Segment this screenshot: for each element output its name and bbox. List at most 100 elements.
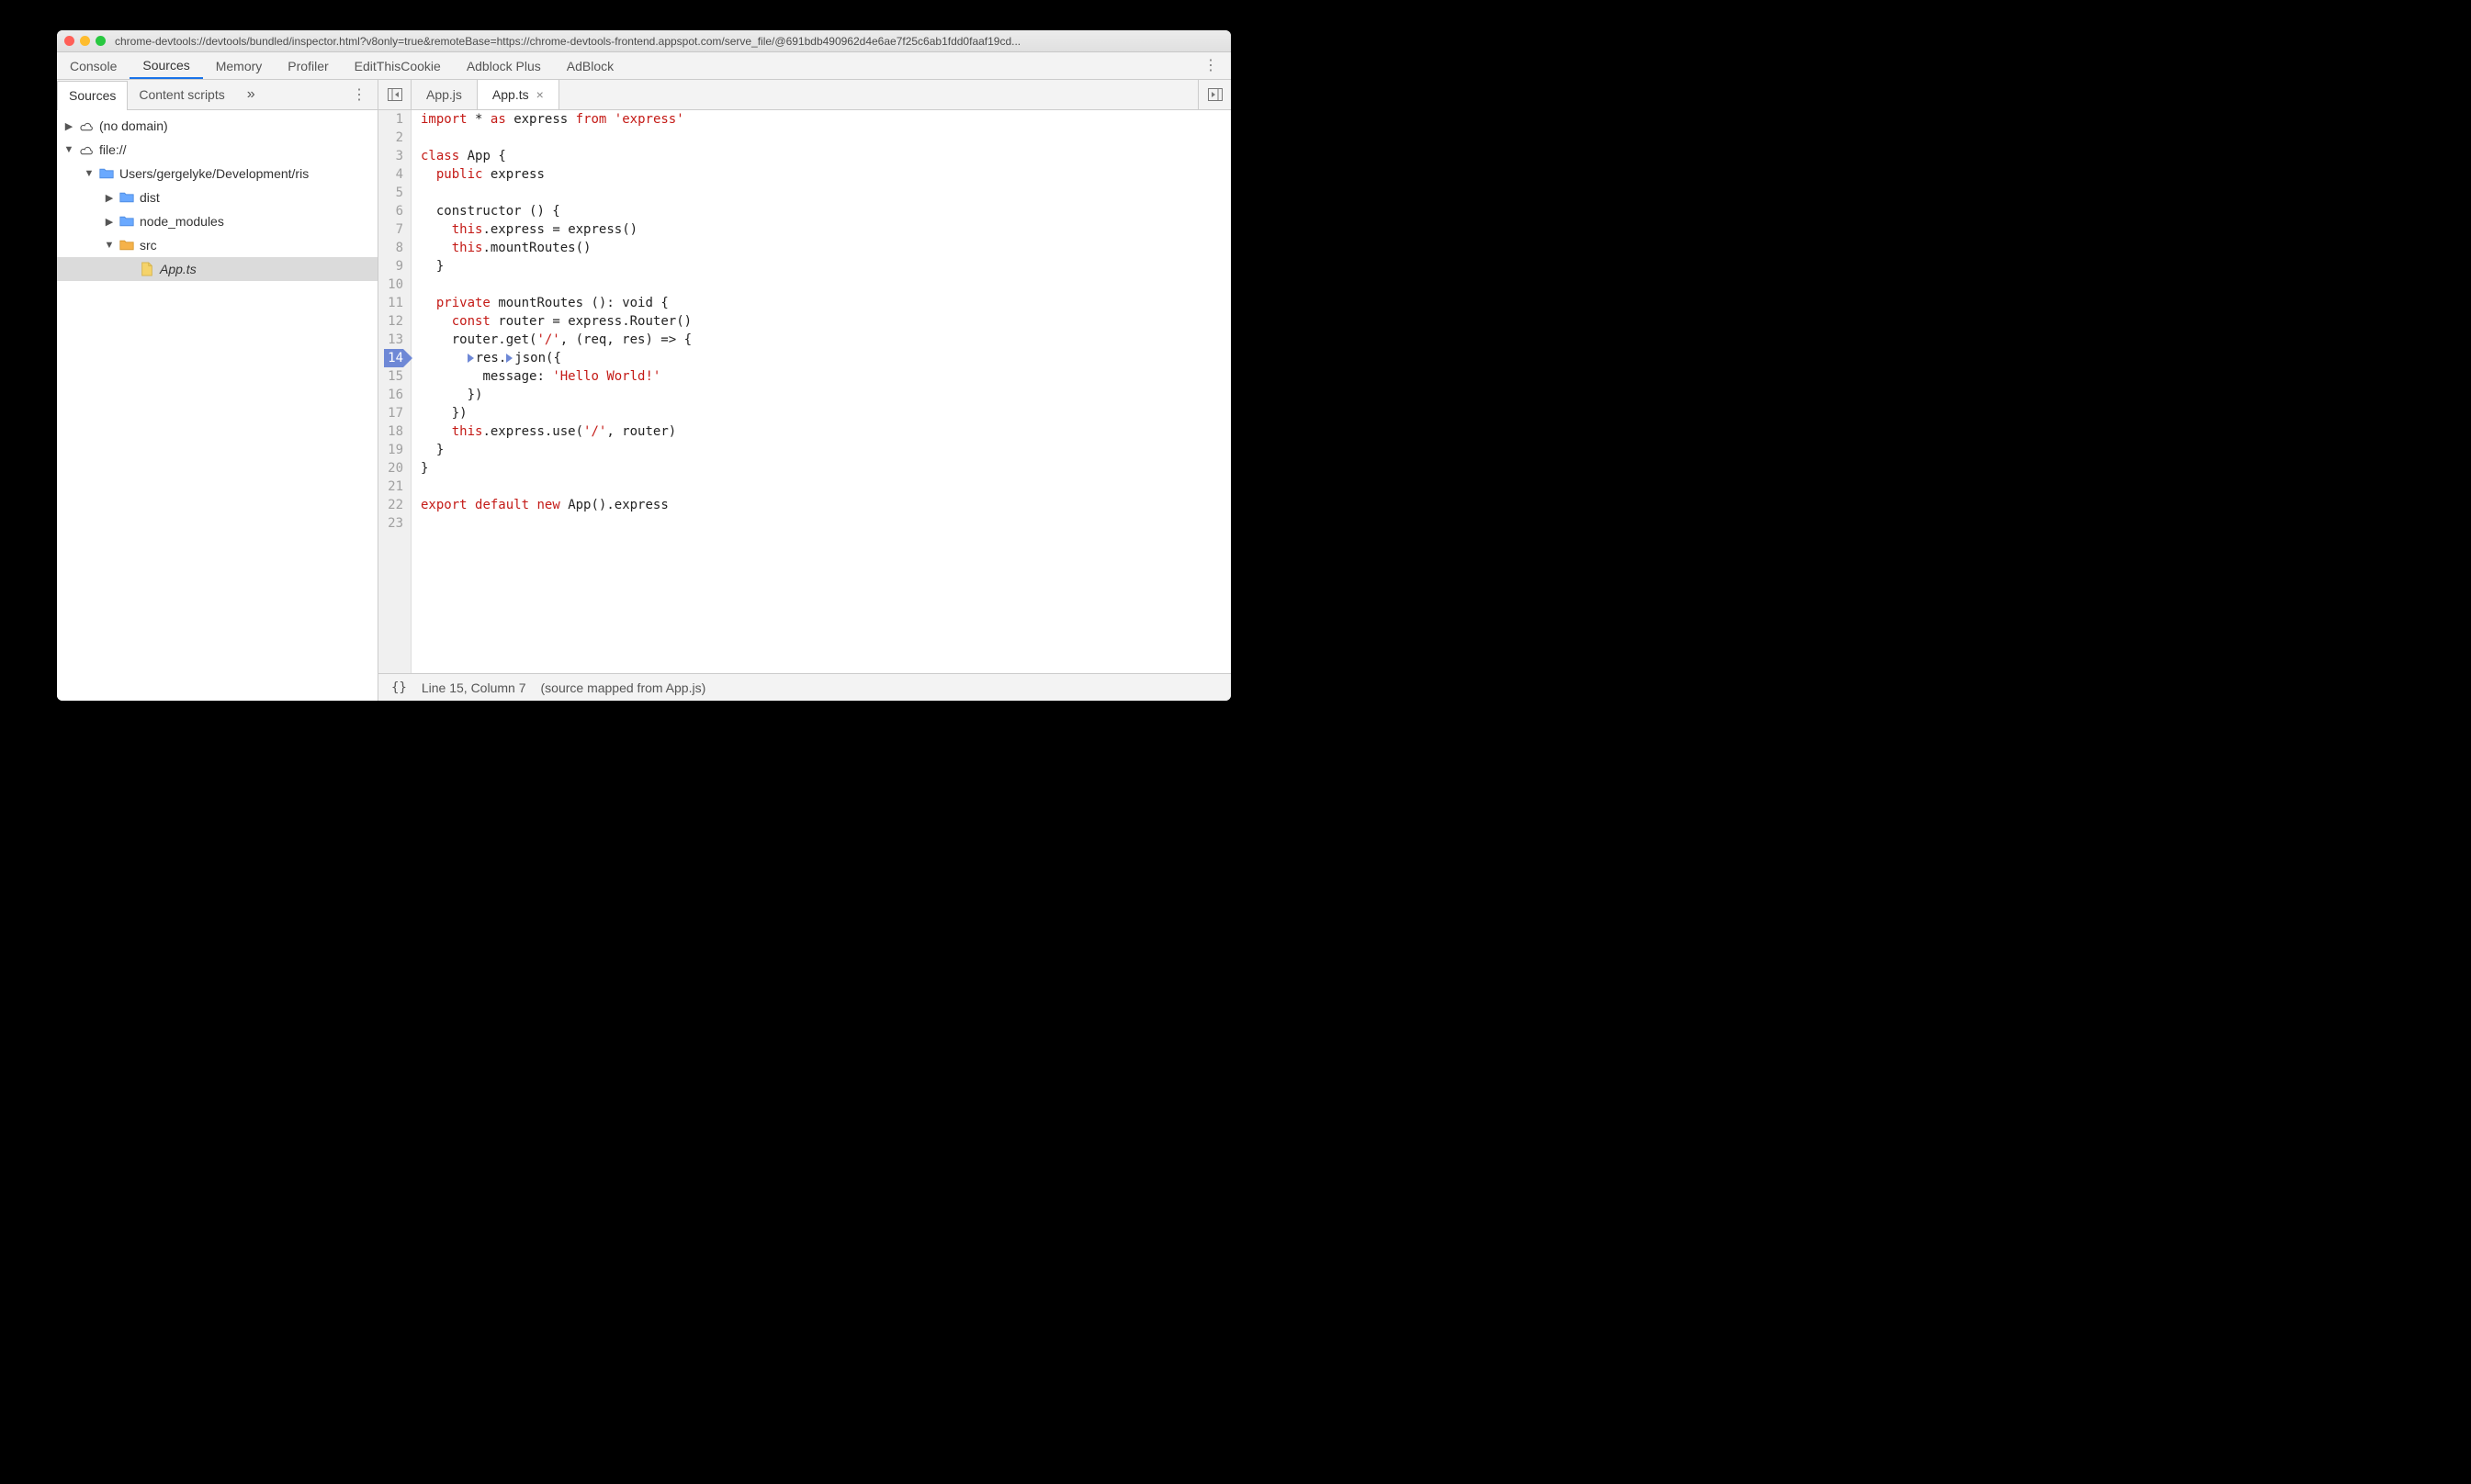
disclosure-open-icon[interactable]: ▼ (103, 239, 116, 252)
panel-tab-memory[interactable]: Memory (203, 52, 276, 79)
line-number[interactable]: 15 (384, 367, 403, 386)
code-token: from (576, 112, 607, 127)
code-line[interactable] (421, 184, 692, 202)
disclosure-closed-icon[interactable]: ▶ (103, 215, 116, 228)
devtools-window: chrome-devtools://devtools/bundled/inspe… (57, 30, 1231, 701)
line-number[interactable]: 20 (384, 459, 403, 478)
tree-label: src (140, 238, 157, 253)
code-token: router.get( (452, 332, 537, 347)
line-number[interactable]: 22 (384, 496, 403, 514)
tree-row[interactable]: ▶(no domain) (57, 114, 378, 138)
sidebar-tab-content-scripts[interactable]: Content scripts (128, 80, 235, 109)
minimize-window-button[interactable] (80, 36, 90, 46)
code-line[interactable] (421, 514, 692, 533)
sidebar-tab-menu[interactable]: ⋮ (341, 85, 378, 104)
editor-tab-label: App.js (426, 87, 462, 102)
code-content[interactable]: import * as express from 'express' class… (412, 110, 692, 673)
editor-tab[interactable]: App.js (412, 80, 478, 109)
code-line[interactable]: }) (421, 386, 692, 404)
panel-tab-console[interactable]: Console (57, 52, 130, 79)
line-number[interactable]: 23 (384, 514, 403, 533)
panel-tab-adblock[interactable]: AdBlock (554, 52, 626, 79)
disclosure-closed-icon[interactable]: ▶ (103, 191, 116, 204)
code-line[interactable]: export default new App().express (421, 496, 692, 514)
line-number[interactable]: 18 (384, 422, 403, 441)
code-line[interactable]: res.json({ (421, 349, 692, 367)
code-token: express() (568, 222, 637, 237)
close-tab-icon[interactable]: × (536, 87, 544, 102)
line-number[interactable]: 9 (384, 257, 403, 275)
line-number[interactable]: 10 (384, 275, 403, 294)
code-line[interactable]: import * as express from 'express' (421, 110, 692, 129)
sidebar-tab-sources[interactable]: Sources (57, 81, 128, 110)
editor-statusbar: {} Line 15, Column 7 (source mapped from… (378, 673, 1231, 701)
code-line[interactable]: constructor () { (421, 202, 692, 220)
code-editor[interactable]: 1234567891011121314151617181920212223 im… (378, 110, 1231, 673)
panel-tab-profiler[interactable]: Profiler (275, 52, 341, 79)
line-number[interactable]: 21 (384, 478, 403, 496)
close-window-button[interactable] (64, 36, 74, 46)
line-gutter[interactable]: 1234567891011121314151617181920212223 (378, 110, 412, 673)
panel-tab-adblock-plus[interactable]: Adblock Plus (454, 52, 554, 79)
file-tree[interactable]: ▶(no domain)▼file://▼Users/gergelyke/Dev… (57, 110, 378, 701)
code-token: }) (468, 388, 483, 402)
code-line[interactable]: message: 'Hello World!' (421, 367, 692, 386)
line-number[interactable]: 8 (384, 239, 403, 257)
code-token: as (491, 112, 506, 127)
tree-row[interactable]: ▶dist (57, 186, 378, 209)
line-number[interactable]: 2 (384, 129, 403, 147)
disclosure-closed-icon[interactable]: ▶ (62, 119, 75, 132)
code-token: express.Router() (568, 314, 692, 329)
line-number[interactable]: 5 (384, 184, 403, 202)
tree-row[interactable]: ▶node_modules (57, 209, 378, 233)
code-line[interactable]: this.express.use('/', router) (421, 422, 692, 441)
code-token (615, 296, 622, 310)
show-debugger-button[interactable] (1198, 80, 1231, 109)
code-line[interactable] (421, 129, 692, 147)
breakpoint-line-number[interactable]: 14 (384, 349, 403, 367)
code-token: public (436, 167, 483, 182)
code-line[interactable]: }) (421, 404, 692, 422)
line-number[interactable]: 13 (384, 331, 403, 349)
panel-tab-sources[interactable]: Sources (130, 52, 202, 79)
line-number[interactable]: 19 (384, 441, 403, 459)
code-line[interactable]: this.express = express() (421, 220, 692, 239)
code-line[interactable]: } (421, 257, 692, 275)
sidebar-tab-overflow[interactable]: » (236, 80, 266, 109)
tree-row[interactable]: App.ts (57, 257, 378, 281)
line-number[interactable]: 1 (384, 110, 403, 129)
disclosure-open-icon[interactable]: ▼ (83, 167, 96, 180)
code-token (421, 424, 452, 439)
code-line[interactable] (421, 275, 692, 294)
code-token: this (452, 222, 483, 237)
tree-row[interactable]: ▼Users/gergelyke/Development/ris (57, 162, 378, 186)
zoom-window-button[interactable] (96, 36, 106, 46)
tree-row[interactable]: ▼file:// (57, 138, 378, 162)
tree-row[interactable]: ▼ src (57, 233, 378, 257)
pretty-print-button[interactable]: {} (391, 680, 407, 695)
code-line[interactable] (421, 478, 692, 496)
disclosure-open-icon[interactable]: ▼ (62, 143, 75, 156)
panel-tab-editthiscookie[interactable]: EditThisCookie (342, 52, 454, 79)
line-number[interactable]: 6 (384, 202, 403, 220)
panel-overflow-menu[interactable]: ⋮ (1190, 59, 1231, 73)
code-token (421, 222, 452, 237)
line-number[interactable]: 3 (384, 147, 403, 165)
line-number[interactable]: 16 (384, 386, 403, 404)
code-line[interactable]: const router = express.Router() (421, 312, 692, 331)
line-number[interactable]: 7 (384, 220, 403, 239)
line-number[interactable]: 4 (384, 165, 403, 184)
code-token: . (482, 241, 490, 255)
code-line[interactable]: class App { (421, 147, 692, 165)
editor-tab[interactable]: App.ts× (478, 80, 559, 109)
show-navigator-button[interactable] (378, 80, 412, 109)
code-line[interactable]: private mountRoutes (): void { (421, 294, 692, 312)
code-line[interactable]: router.get('/', (req, res) => { (421, 331, 692, 349)
code-line[interactable]: } (421, 459, 692, 478)
code-line[interactable]: this.mountRoutes() (421, 239, 692, 257)
line-number[interactable]: 11 (384, 294, 403, 312)
code-line[interactable]: } (421, 441, 692, 459)
code-line[interactable]: public express (421, 165, 692, 184)
line-number[interactable]: 12 (384, 312, 403, 331)
line-number[interactable]: 17 (384, 404, 403, 422)
